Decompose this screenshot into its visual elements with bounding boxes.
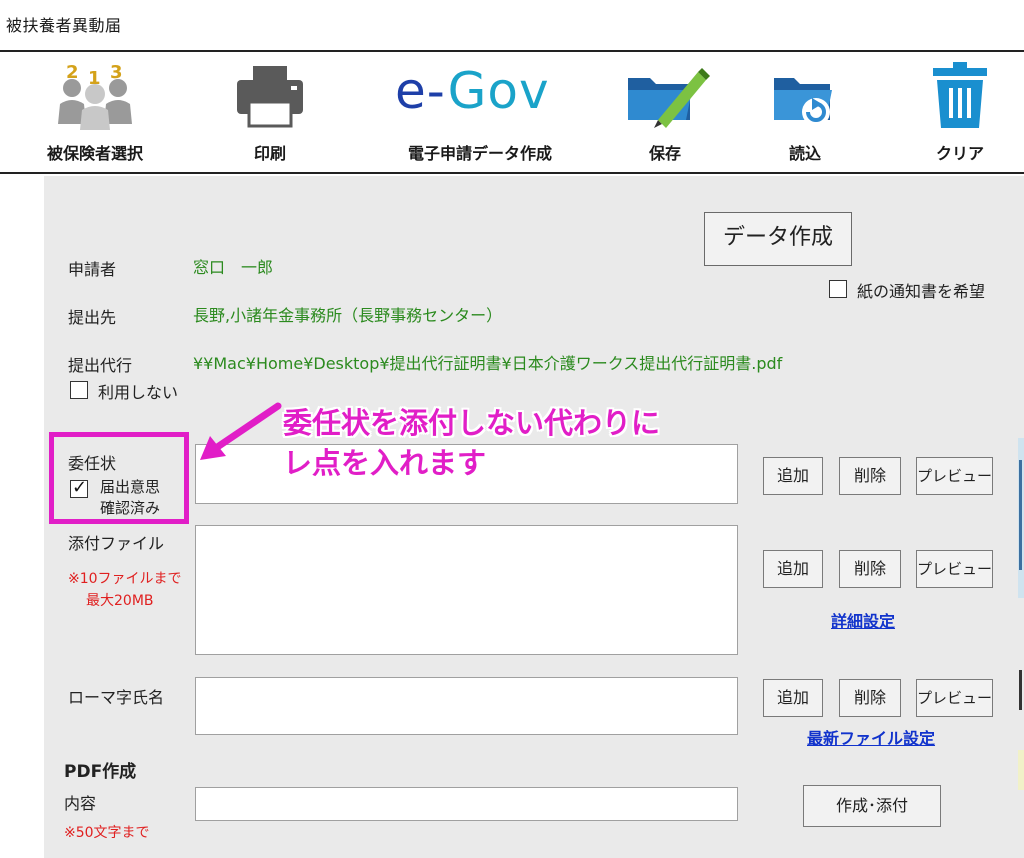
romaji-delete-button[interactable]: 削除: [839, 679, 901, 717]
annotation-text-line1: 委任状を添付しない代わりに: [283, 406, 661, 440]
egov-logo: e-Gov: [395, 60, 565, 128]
load-folder-icon: [760, 62, 850, 130]
save-label: 保存: [648, 144, 681, 163]
poa-delete-button[interactable]: 削除: [839, 457, 901, 495]
attachments-file-list[interactable]: [195, 525, 738, 655]
paper-notice-checkbox[interactable]: [829, 280, 847, 298]
create-e-application-label: 電子申請データ作成: [407, 144, 552, 163]
egov-logo-gov: Gov: [447, 62, 550, 120]
create-data-button[interactable]: データ作成: [704, 212, 852, 266]
select-insured-label: 被保険者選択: [46, 144, 143, 163]
trash-icon: [915, 62, 1005, 130]
svg-text:1: 1: [88, 68, 101, 89]
applicant-value: 窓口 一郎: [193, 258, 274, 277]
clear-label: クリア: [935, 144, 984, 163]
pdf-content-label: 内容: [64, 794, 97, 813]
annotation-arrow-icon: [200, 402, 282, 460]
pdf-create-attach-button[interactable]: 作成･添付: [803, 785, 941, 827]
annotation-text-line2: レ点を入れます: [283, 446, 487, 480]
insured-persons-icon: 2 1 3: [50, 62, 140, 130]
proxy-not-use-label: 利用しない: [98, 383, 179, 402]
pdf-content-note: ※50文字まで: [64, 825, 150, 841]
create-e-application-button[interactable]: e-Gov 電子申請データ作成: [395, 52, 565, 174]
save-folder-pen-icon: [620, 62, 710, 130]
attachments-note-line1: ※10ファイルまで: [68, 571, 182, 587]
paper-notice-label: 紙の通知書を希望: [857, 282, 986, 301]
egov-logo-e: e-: [395, 62, 448, 120]
romaji-name-file-box[interactable]: [195, 677, 738, 735]
proxy-not-use-checkbox[interactable]: [70, 381, 88, 399]
attach-add-button[interactable]: 追加: [763, 550, 823, 588]
clear-button[interactable]: クリア: [885, 52, 1024, 174]
applicant-label: 申請者: [68, 260, 117, 279]
printer-icon: [225, 62, 315, 130]
submit-to-value: 長野,小諸年金事務所（長野事務センター）: [193, 306, 503, 325]
print-button[interactable]: 印刷: [195, 52, 345, 174]
svg-text:2: 2: [66, 62, 79, 83]
print-label: 印刷: [253, 144, 286, 163]
save-button[interactable]: 保存: [590, 52, 740, 174]
poa-preview-button[interactable]: プレビュー: [916, 457, 993, 495]
romaji-name-label: ローマ字氏名: [68, 688, 165, 707]
pdf-create-heading: PDF作成: [64, 762, 137, 782]
poa-add-button[interactable]: 追加: [763, 457, 823, 495]
proxy-label: 提出代行: [68, 356, 133, 375]
select-insured-button[interactable]: 2 1 3 被保険者選択: [20, 52, 170, 174]
romaji-add-button[interactable]: 追加: [763, 679, 823, 717]
attach-preview-button[interactable]: プレビュー: [916, 550, 993, 588]
toolbar: 2 1 3 被保険者選択 印刷 e-Gov 電子申請データ作成 保存 読込 クリ…: [0, 52, 1024, 174]
latest-file-settings-link[interactable]: 最新ファイル設定: [807, 725, 935, 749]
romaji-preview-button[interactable]: プレビュー: [916, 679, 993, 717]
adjacent-window-edge: [1016, 430, 1024, 850]
pdf-content-input[interactable]: [195, 787, 738, 821]
load-button[interactable]: 読込: [730, 52, 880, 174]
attachments-label: 添付ファイル: [68, 534, 165, 553]
annotation-highlight-box: [49, 432, 189, 524]
submit-to-label: 提出先: [68, 308, 117, 327]
title-bar: 被扶養者異動届: [0, 0, 1024, 52]
window-title: 被扶養者異動届: [6, 16, 122, 35]
load-label: 読込: [788, 144, 821, 163]
attachments-note-line2: 最大20MB: [86, 593, 154, 609]
proxy-file-path: ¥¥Mac¥Home¥Desktop¥提出代行証明書¥日本介護ワークス提出代行証…: [193, 354, 783, 373]
svg-text:3: 3: [110, 62, 123, 83]
detail-settings-link[interactable]: 詳細設定: [831, 608, 895, 632]
attach-delete-button[interactable]: 削除: [839, 550, 901, 588]
